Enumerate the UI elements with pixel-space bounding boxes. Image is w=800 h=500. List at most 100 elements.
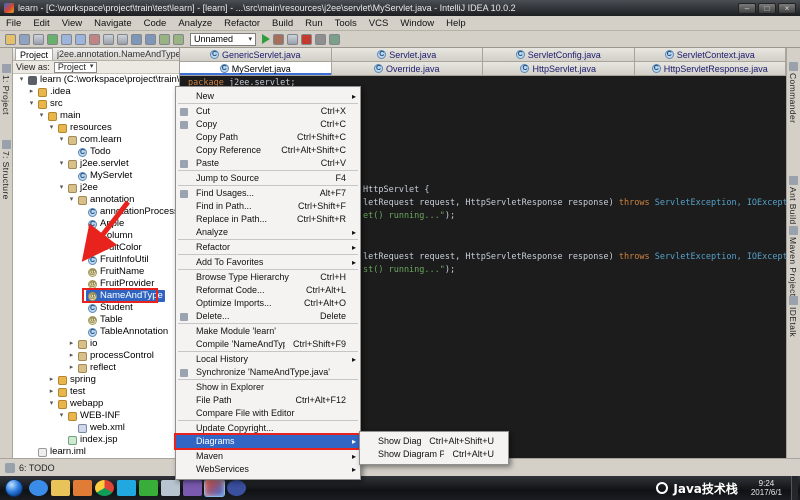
tool-button-7-structure[interactable]: 7: Structure [1,140,11,200]
menu-item-show-diagram[interactable]: Show DiagramCtrl+Alt+Shift+U [360,435,508,448]
tree-item-reflect[interactable]: ▸reflect [13,362,179,374]
menu-item-local-history[interactable]: Local History▸ [176,353,360,366]
settings-icon[interactable] [315,34,326,45]
tab-servletcontext-java[interactable]: CServletContext.java [635,48,787,61]
tree-item-spring[interactable]: ▸spring [13,374,179,386]
toggle-expanded-icon[interactable]: ▾ [47,398,56,410]
tool-button-idetalk[interactable]: IDEtalk [788,296,798,337]
paste-icon[interactable] [117,34,128,45]
menu-item-maven[interactable]: Maven▸ [176,450,360,463]
menu-item-find-usages[interactable]: Find Usages...Alt+F7 [176,187,360,200]
sync-icon[interactable] [47,34,58,45]
menu-item-add-to-favorites[interactable]: Add To Favorites▸ [176,256,360,269]
tree-item-web-xml[interactable]: web.xml [13,422,179,434]
tree-item-fruitname[interactable]: @FruitName [13,266,179,278]
menu-item-show-in-explorer[interactable]: Show in Explorer [176,381,360,394]
menu-file[interactable]: File [0,18,27,29]
menu-vcs[interactable]: VCS [363,18,395,29]
tab-httpservletresponse-java[interactable]: CHttpServletResponse.java [635,62,787,75]
tab-myservlet-java[interactable]: CMyServlet.java [180,62,332,75]
run-icon[interactable] [262,34,270,44]
tree-item-webapp[interactable]: ▾webapp [13,398,179,410]
toggle-collapsed-icon[interactable]: ▸ [67,350,76,362]
tree-item-learn-iml[interactable]: learn.iml [13,446,179,458]
coverage-icon[interactable] [287,34,298,45]
menu-item-paste[interactable]: PasteCtrl+V [176,157,360,170]
menu-item-compare-file-with-editor[interactable]: Compare File with Editor [176,407,360,420]
stop-icon[interactable] [301,34,312,45]
tree-item-j2ee[interactable]: ▾j2ee [13,182,179,194]
tool-button-1-project[interactable]: 1: Project [1,64,11,115]
toggle-expanded-icon[interactable]: ▾ [37,110,46,122]
menu-item-diagrams[interactable]: Diagrams▸ [176,435,360,448]
tree-item-todo[interactable]: CTodo [13,146,179,158]
tab-genericservlet-java[interactable]: CGenericServlet.java [180,48,332,61]
menu-analyze[interactable]: Analyze [172,18,218,29]
menu-item-make-module-learn[interactable]: Make Module 'learn' [176,325,360,338]
menu-tools[interactable]: Tools [329,18,363,29]
toggle-expanded-icon[interactable]: ▾ [57,158,66,170]
menu-item-webservices[interactable]: WebServices▸ [176,463,360,476]
toggle-expanded-icon[interactable]: ▾ [57,410,66,422]
explorer-icon[interactable] [51,480,70,496]
menu-item-compile-nameandtype-java[interactable]: Compile 'NameAndType.java'Ctrl+Shift+F9 [176,338,360,351]
tool-button-commander[interactable]: Commander [788,62,798,123]
tab-servletconfig-java[interactable]: CServletConfig.java [483,48,635,61]
cut-icon[interactable] [89,34,100,45]
menu-item-analyze[interactable]: Analyze▸ [176,226,360,239]
toggle-collapsed-icon[interactable]: ▸ [67,338,76,350]
menu-item-cut[interactable]: CutCtrl+X [176,105,360,118]
tree-item-apple[interactable]: CApple [13,218,179,230]
menu-build[interactable]: Build [266,18,299,29]
media-player-icon[interactable] [73,480,92,496]
tree-item-student[interactable]: CStudent [13,302,179,314]
menu-item-reformat-code[interactable]: Reformat Code...Ctrl+Alt+L [176,284,360,297]
tree-item-myservlet[interactable]: CMyServlet [13,170,179,182]
undo-icon[interactable] [61,34,72,45]
taskbar-clock[interactable]: 9:24 2017/6/1 [751,479,782,497]
tree-item-test[interactable]: ▸test [13,386,179,398]
view-as-combo[interactable]: Project ▾ [54,62,98,73]
tree-item-tableannotation[interactable]: CTableAnnotation [13,326,179,338]
back-icon[interactable] [159,34,170,45]
toggle-expanded-icon[interactable]: ▾ [17,74,26,86]
show-desktop-button[interactable] [791,476,798,500]
menu-item-browse-type-hierarchy[interactable]: Browse Type HierarchyCtrl+H [176,271,360,284]
tree-item-main[interactable]: ▾main [13,110,179,122]
copy-icon[interactable] [103,34,114,45]
redo-icon[interactable] [75,34,86,45]
qq-icon[interactable] [117,480,136,496]
toggle-collapsed-icon[interactable]: ▸ [67,362,76,374]
tree-item-resources[interactable]: ▾resources [13,122,179,134]
menu-item-update-copyright[interactable]: Update Copyright... [176,422,360,435]
menu-refactor[interactable]: Refactor [218,18,266,29]
toggle-expanded-icon[interactable]: ▾ [67,194,76,206]
open-icon[interactable] [5,34,16,45]
project-tool-tab[interactable]: Project [15,48,53,60]
tab-servlet-java[interactable]: CServlet.java [332,48,484,61]
eclipse-icon[interactable] [227,480,246,496]
menu-item-copy-reference[interactable]: Copy ReferenceCtrl+Alt+Shift+C [176,144,360,157]
tree-item-j2ee-servlet[interactable]: ▾j2ee.servlet [13,158,179,170]
menu-item-new[interactable]: New▸ [176,90,360,103]
picture-icon[interactable] [183,480,202,496]
run-config-combo[interactable]: Unnamed▾ [190,33,256,46]
toggle-expanded-icon[interactable]: ▾ [57,134,66,146]
tree-item-com-learn[interactable]: ▾com.learn [13,134,179,146]
toggle-collapsed-icon[interactable]: ▸ [47,374,56,386]
tree-item-annotation[interactable]: ▾annotation [13,194,179,206]
toggle-collapsed-icon[interactable]: ▸ [27,86,36,98]
menu-item-refactor[interactable]: Refactor▸ [176,241,360,254]
menu-view[interactable]: View [56,18,88,29]
intellij-icon[interactable] [205,480,224,496]
find-icon[interactable] [131,34,142,45]
ie-icon[interactable] [29,480,48,496]
forward-icon[interactable] [173,34,184,45]
notepad-icon[interactable] [161,480,180,496]
tree-item-nameandtype[interactable]: @NameAndType [13,290,179,302]
tool-button-ant-build[interactable]: Ant Build [788,176,798,225]
start-button[interactable] [5,479,23,497]
todo-tool-button[interactable]: 6: TODO [19,463,55,473]
menu-window[interactable]: Window [394,18,440,29]
tree-item-column[interactable]: @Column [13,230,179,242]
